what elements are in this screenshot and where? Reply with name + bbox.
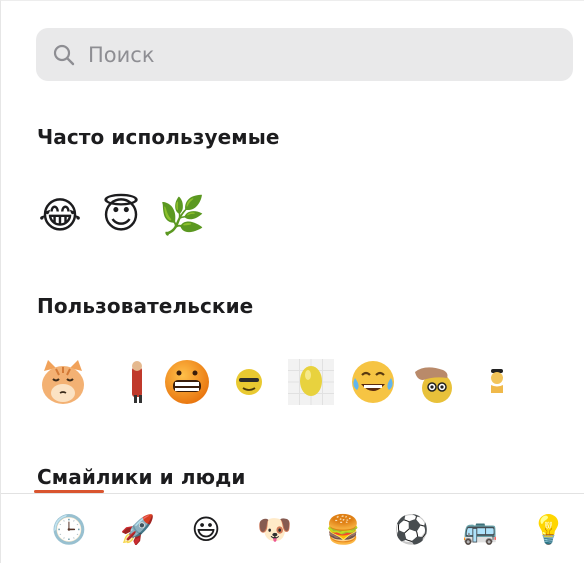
section-title-smileys: Смайлики и люди xyxy=(37,465,246,489)
search-bar[interactable] xyxy=(36,28,573,81)
emoji-smiling-halo[interactable]: 😇 xyxy=(98,193,144,239)
sticker-crying-laugh[interactable] xyxy=(347,356,399,408)
section-title-frequent: Часто используемые xyxy=(37,125,280,149)
category-recent-icon[interactable]: 🕒 xyxy=(49,510,89,550)
category-animals-icon[interactable]: 🐶 xyxy=(255,510,295,550)
emoji-picker-panel: Часто используемые 😂 😇 🌿 Пользовательски… xyxy=(0,0,584,563)
sticker-egg[interactable] xyxy=(285,356,337,408)
frequent-emoji-row: 😂 😇 🌿 xyxy=(37,193,220,239)
sticker-small-face[interactable] xyxy=(223,356,275,408)
search-icon xyxy=(53,44,75,65)
meme-figure-icon xyxy=(132,361,142,403)
category-food-icon[interactable]: 🍔 xyxy=(323,510,363,550)
category-objects-icon[interactable]: 💡 xyxy=(529,510,569,550)
sticker-hand-pat[interactable] xyxy=(409,356,461,408)
tiny-figure-icon xyxy=(491,369,503,393)
category-travel-icon[interactable]: 🚌 xyxy=(460,510,500,550)
category-smileys-icon[interactable]: 😃 xyxy=(186,510,226,550)
sticker-text-meme[interactable] xyxy=(99,356,151,408)
section-title-custom: Пользовательские xyxy=(37,294,254,318)
small-face-icon xyxy=(236,369,262,395)
crying-laugh-icon xyxy=(352,361,394,403)
emoji-herb[interactable]: 🌿 xyxy=(159,193,205,239)
sticker-tiny-figure[interactable] xyxy=(471,356,523,408)
sticker-cat[interactable] xyxy=(37,356,89,408)
search-input[interactable] xyxy=(88,42,528,67)
custom-sticker-row xyxy=(37,356,533,408)
emoji-tears-of-joy[interactable]: 😂 xyxy=(37,193,83,239)
category-activity-icon[interactable]: ⚽ xyxy=(392,510,432,550)
category-travel-rocket-icon[interactable]: 🚀 xyxy=(118,510,158,550)
sticker-grinning-face[interactable] xyxy=(161,356,213,408)
egg-icon xyxy=(288,359,334,405)
category-bar: 🕒 🚀 😃 🐶 🍔 ⚽ 🚌 💡 xyxy=(1,493,584,563)
hand-pat-icon xyxy=(415,367,452,403)
grin-face-icon xyxy=(165,360,209,404)
cat-face-icon xyxy=(42,360,84,404)
